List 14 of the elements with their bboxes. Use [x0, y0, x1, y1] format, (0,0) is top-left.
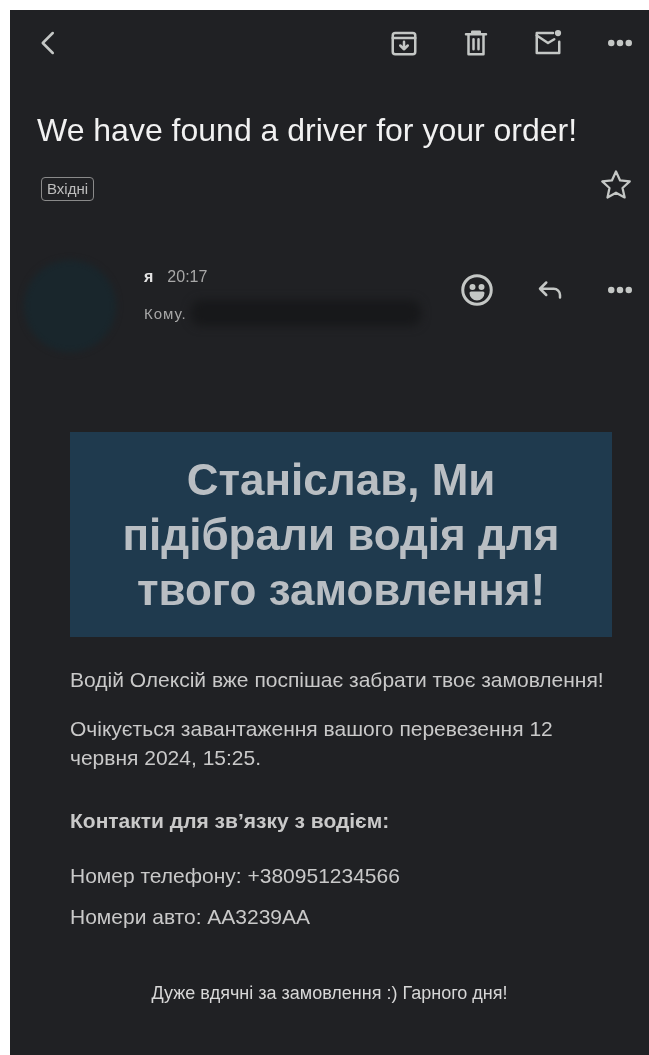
body-paragraph: Водій Олексій вже поспішає забрати твоє замовлення!: [70, 667, 605, 693]
footer-text: Дуже вдячні за замовлення :) Гарного дня!: [151, 983, 508, 1003]
inbox-label[interactable]: Вхідні: [41, 176, 95, 201]
contact-line: Номери авто: AA3239AA: [70, 904, 312, 930]
recipient-label[interactable]: Кому.: [144, 304, 187, 322]
sender-name: я: [144, 268, 154, 286]
star-icon[interactable]: [599, 168, 633, 202]
message-time: 20:17: [167, 268, 208, 286]
section-heading: Контакти для зв’язку з водієм:: [70, 808, 391, 834]
smiley-icon[interactable]: [459, 272, 495, 308]
contact-line: Номер телефону: +380951234566: [70, 863, 401, 889]
headline-banner: Станіслав, Ми підібрали водія для твого замовлення!: [70, 432, 612, 637]
body-paragraph: Очікується завантаження вашого перевезення 12 червня 2024, 15:25.: [70, 716, 554, 771]
email-subject: We have found a driver for your order!: [37, 112, 578, 148]
